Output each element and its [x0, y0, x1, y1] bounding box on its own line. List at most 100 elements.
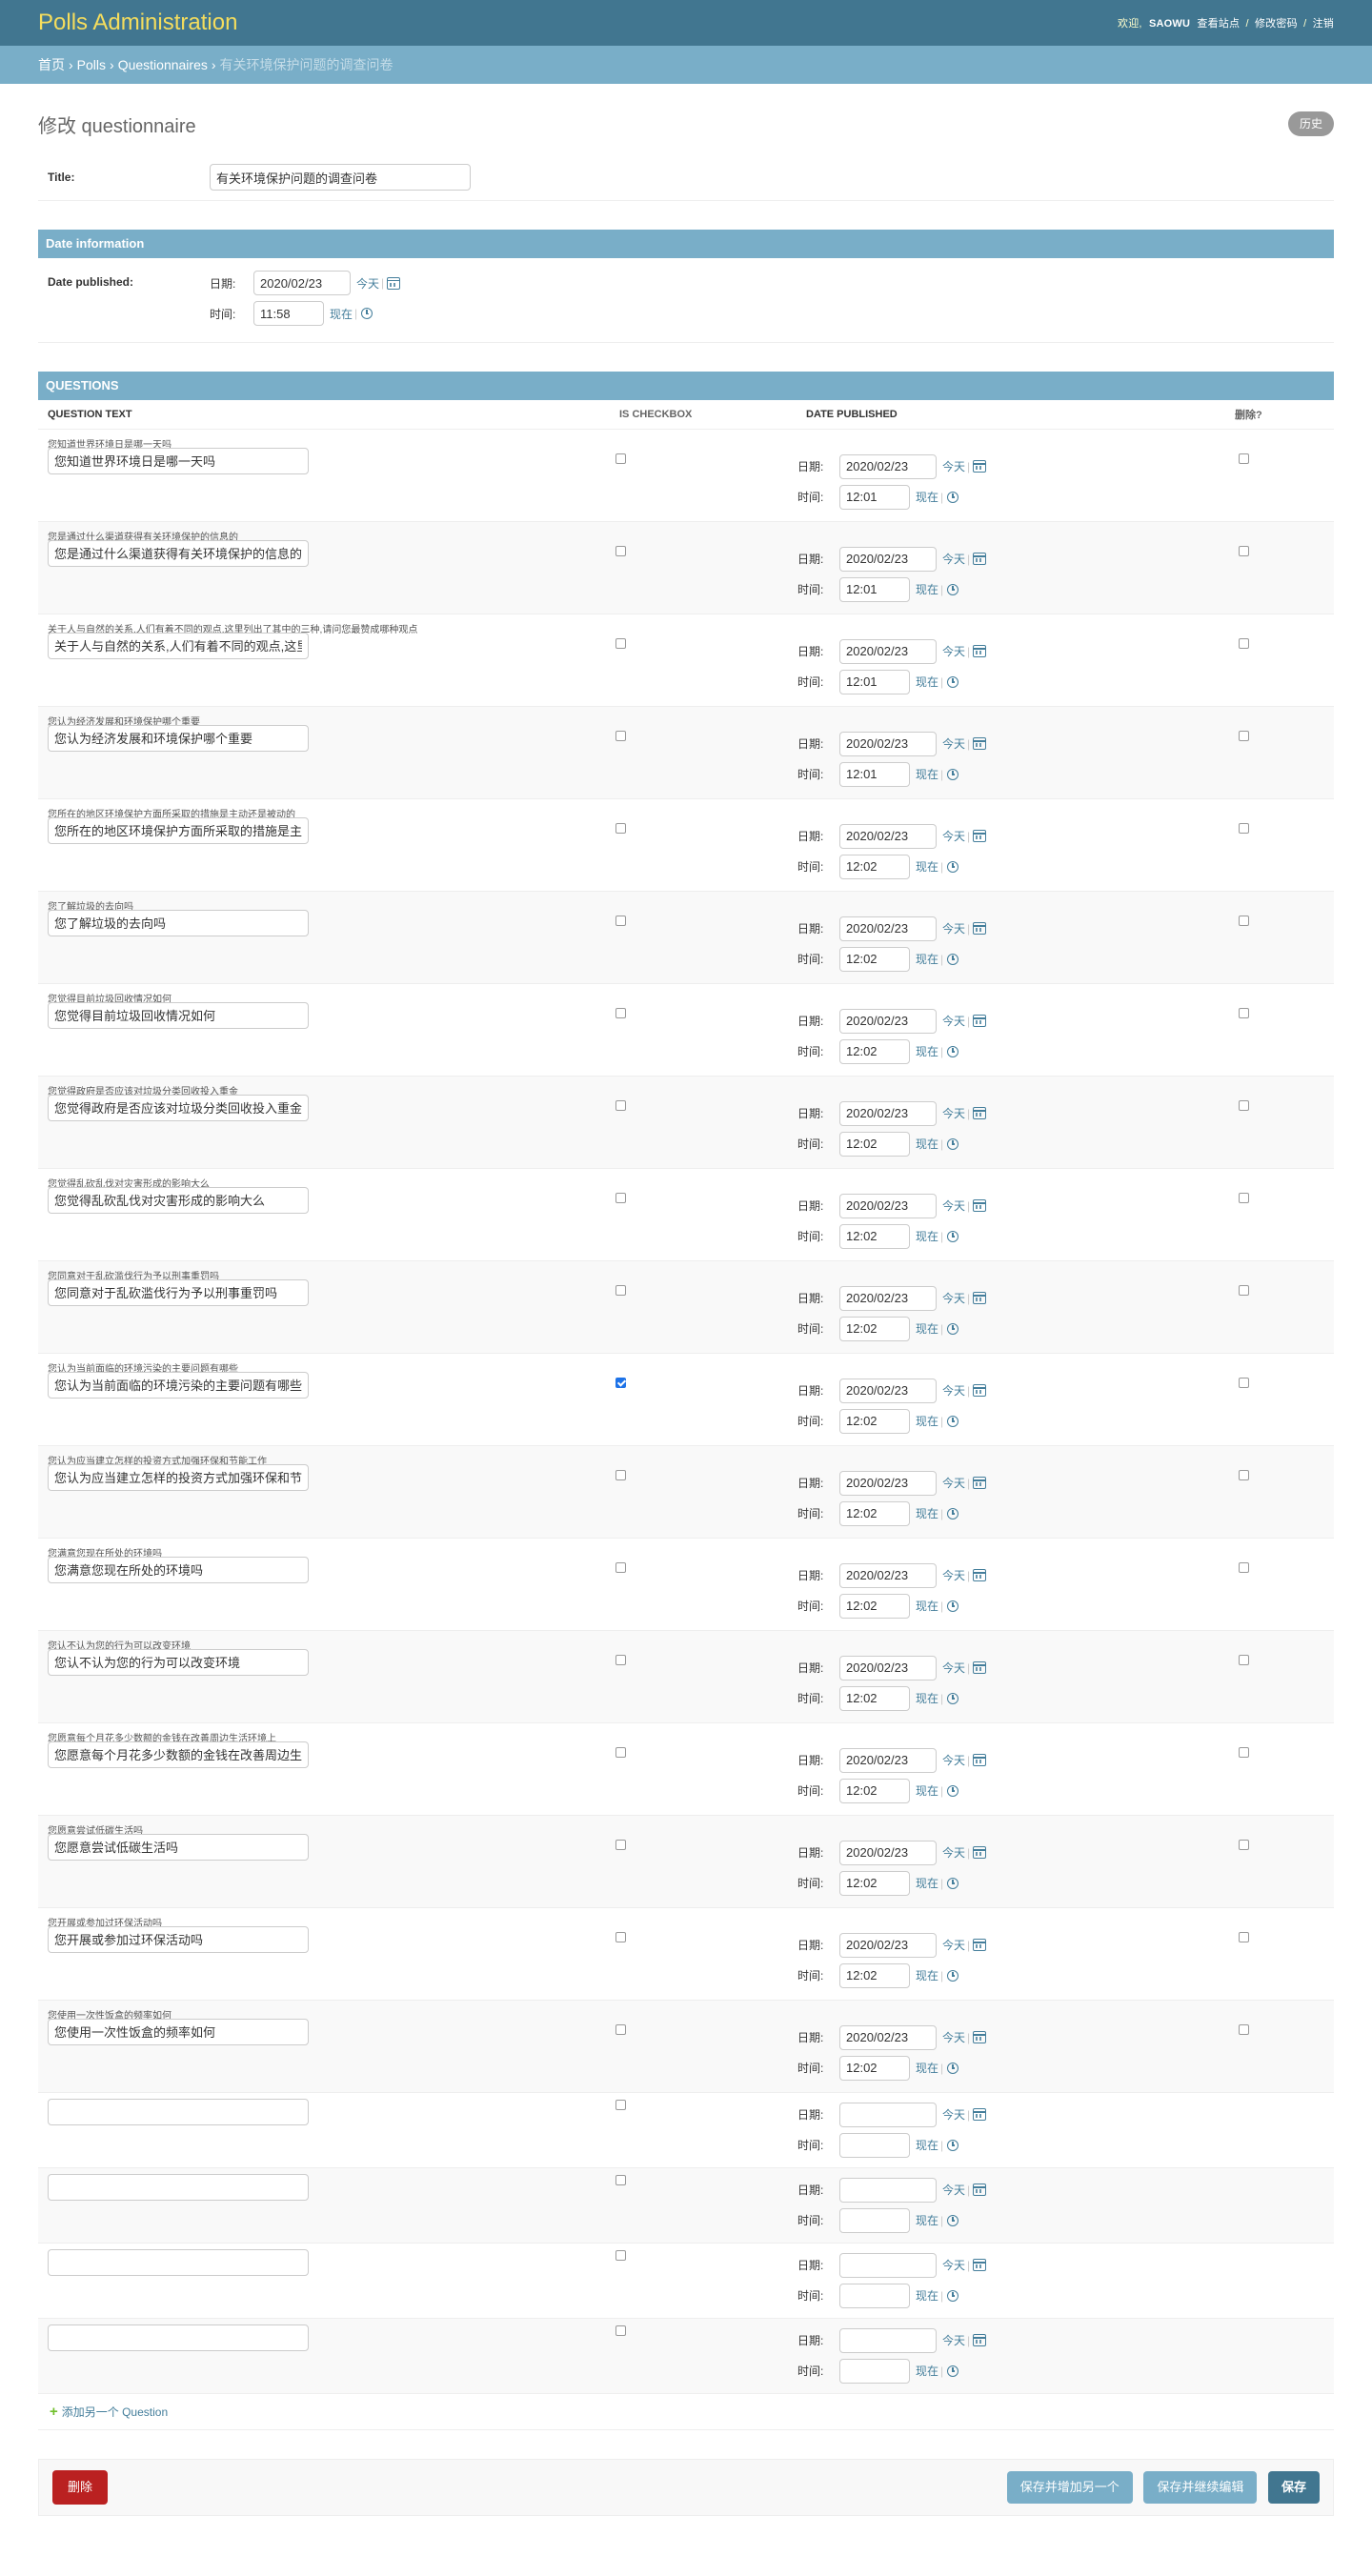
delete-checkbox[interactable] — [1239, 730, 1249, 741]
is-checkbox-checkbox[interactable] — [615, 1839, 626, 1850]
question-time-input[interactable] — [839, 1038, 910, 1064]
save-button[interactable]: 保存 — [1267, 2470, 1320, 2504]
is-checkbox-checkbox[interactable] — [615, 1469, 626, 1480]
now-link[interactable]: 现在 — [916, 1690, 938, 1706]
calendar-icon[interactable] — [387, 276, 401, 290]
question-text-input[interactable] — [48, 909, 309, 936]
calendar-icon[interactable] — [973, 1569, 987, 1581]
question-text-input[interactable] — [48, 724, 309, 752]
site-brand[interactable]: Polls Administration — [38, 10, 237, 36]
calendar-icon[interactable] — [973, 2334, 987, 2346]
now-link[interactable]: 现在 — [916, 766, 938, 782]
question-text-input[interactable] — [48, 2173, 309, 2201]
question-time-input[interactable] — [839, 1223, 910, 1249]
calendar-icon[interactable] — [973, 1754, 987, 1766]
is-checkbox-checkbox[interactable] — [615, 1099, 626, 1111]
calendar-icon[interactable] — [973, 737, 987, 750]
history-button[interactable]: 历史 — [1287, 111, 1334, 136]
today-link[interactable]: 今天 — [942, 1475, 965, 1491]
breadcrumb-model[interactable]: Questionnaires — [118, 57, 208, 72]
question-time-input[interactable] — [839, 669, 910, 694]
question-date-input[interactable] — [839, 916, 937, 941]
clock-icon[interactable] — [947, 491, 959, 503]
question-time-input[interactable] — [839, 2283, 910, 2308]
delete-checkbox[interactable] — [1239, 822, 1249, 834]
today-link[interactable]: 今天 — [942, 2029, 965, 2045]
delete-checkbox[interactable] — [1239, 637, 1249, 649]
today-link[interactable]: 今天 — [942, 2182, 965, 2198]
delete-checkbox[interactable] — [1239, 1469, 1249, 1480]
is-checkbox-checkbox[interactable] — [615, 2174, 626, 2185]
question-time-input[interactable] — [839, 854, 910, 879]
is-checkbox-checkbox[interactable] — [615, 2099, 626, 2110]
delete-checkbox[interactable] — [1239, 545, 1249, 556]
question-date-input[interactable] — [839, 823, 937, 849]
question-text-input[interactable] — [48, 1556, 309, 1583]
is-checkbox-checkbox[interactable] — [615, 822, 626, 834]
question-date-input[interactable] — [839, 1655, 937, 1680]
question-text-input[interactable] — [48, 632, 309, 659]
delete-button[interactable]: 删除 — [52, 2469, 109, 2505]
now-link[interactable]: 现在 — [916, 1413, 938, 1429]
now-link[interactable]: 现在 — [916, 2363, 938, 2379]
is-checkbox-checkbox[interactable] — [615, 1007, 626, 1018]
today-link[interactable]: 今天 — [942, 1567, 965, 1583]
calendar-icon[interactable] — [973, 2108, 987, 2121]
question-date-input[interactable] — [839, 1100, 937, 1126]
question-text-input[interactable] — [48, 1833, 309, 1861]
now-link[interactable]: 现在 — [916, 489, 938, 505]
delete-checkbox[interactable] — [1239, 453, 1249, 464]
question-text-input[interactable] — [48, 1186, 309, 1214]
question-time-input[interactable] — [839, 1962, 910, 1988]
question-date-input[interactable] — [839, 2327, 937, 2353]
question-text-input[interactable] — [48, 447, 309, 474]
question-date-input[interactable] — [839, 1932, 937, 1958]
question-date-input[interactable] — [839, 546, 937, 572]
today-link[interactable]: 今天 — [942, 1937, 965, 1953]
today-link[interactable]: 今天 — [942, 1752, 965, 1768]
clock-icon[interactable] — [947, 1600, 959, 1612]
is-checkbox-checkbox[interactable] — [615, 637, 626, 649]
clock-icon[interactable] — [947, 1784, 959, 1797]
question-time-input[interactable] — [839, 2055, 910, 2081]
clock-icon[interactable] — [947, 1045, 959, 1057]
question-time-input[interactable] — [839, 1685, 910, 1711]
today-link[interactable]: 今天 — [942, 643, 965, 659]
question-time-input[interactable] — [839, 1131, 910, 1157]
date-published-date-input[interactable] — [253, 271, 351, 295]
question-time-input[interactable] — [839, 2358, 910, 2384]
is-checkbox-checkbox[interactable] — [615, 453, 626, 464]
now-link[interactable]: 现在 — [916, 2212, 938, 2228]
question-text-input[interactable] — [48, 2098, 309, 2125]
is-checkbox-checkbox[interactable] — [615, 1192, 626, 1203]
question-date-input[interactable] — [839, 638, 937, 664]
save-and-add-another-button[interactable]: 保存并增加另一个 — [1006, 2470, 1133, 2504]
calendar-icon[interactable] — [973, 2031, 987, 2043]
calendar-icon[interactable] — [973, 1015, 987, 1027]
logout-link[interactable]: 注销 — [1313, 18, 1334, 30]
clock-icon[interactable] — [947, 583, 959, 595]
is-checkbox-checkbox[interactable] — [615, 545, 626, 556]
is-checkbox-checkbox[interactable] — [615, 730, 626, 741]
is-checkbox-checkbox[interactable] — [615, 915, 626, 926]
is-checkbox-checkbox[interactable] — [615, 1561, 626, 1573]
today-link[interactable]: 今天 — [942, 2257, 965, 2273]
delete-checkbox[interactable] — [1239, 1839, 1249, 1850]
question-date-input[interactable] — [839, 1840, 937, 1865]
now-link[interactable]: 现在 — [916, 1875, 938, 1891]
today-link[interactable]: 今天 — [942, 458, 965, 474]
is-checkbox-checkbox[interactable] — [615, 2249, 626, 2261]
today-link[interactable]: 今天 — [942, 1382, 965, 1399]
calendar-icon[interactable] — [973, 1477, 987, 1489]
calendar-icon[interactable] — [973, 1846, 987, 1859]
delete-checkbox[interactable] — [1239, 1007, 1249, 1018]
now-link[interactable]: 现在 — [916, 581, 938, 597]
calendar-icon[interactable] — [973, 1199, 987, 1212]
question-date-input[interactable] — [839, 1378, 937, 1403]
now-link[interactable]: 现在 — [916, 2060, 938, 2076]
question-date-input[interactable] — [839, 1285, 937, 1311]
today-link[interactable]: 今天 — [356, 275, 379, 292]
question-date-input[interactable] — [839, 1470, 937, 1496]
now-link[interactable]: 现在 — [916, 1228, 938, 1244]
title-input[interactable] — [210, 164, 471, 191]
